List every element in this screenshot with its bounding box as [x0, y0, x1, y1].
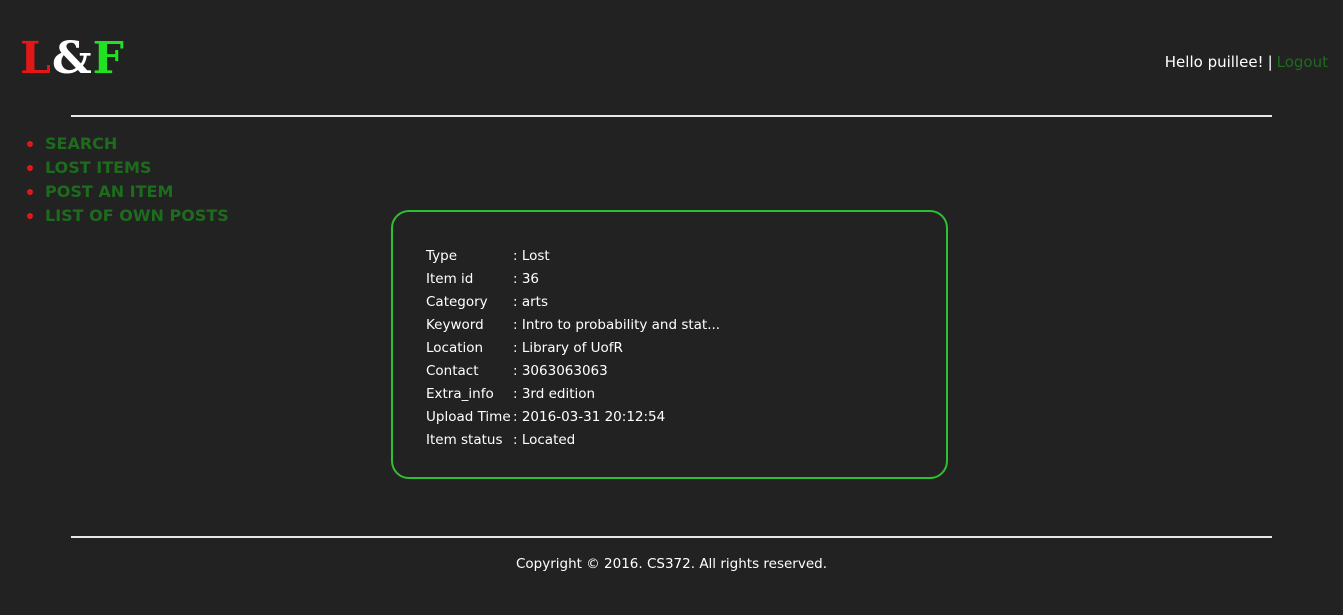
detail-row-location: Location : Library of UofR: [426, 337, 720, 360]
greeting-separator: |: [1267, 53, 1273, 71]
detail-row-upload-time: Upload Time : 2016-03-31 20:12:54: [426, 406, 720, 429]
detail-value: : Located: [513, 432, 576, 448]
bullet-icon: [27, 165, 33, 171]
detail-key: Extra_info: [426, 386, 494, 402]
detail-key: Upload Time: [426, 409, 511, 425]
logo-letter-l: L: [20, 33, 52, 84]
site-logo[interactable]: L&F: [20, 34, 125, 84]
detail-row-contact: Contact : 3063063063: [426, 360, 720, 383]
main-nav: SEARCH LOST ITEMS POST AN ITEM LIST OF O…: [24, 132, 229, 228]
nav-link-search[interactable]: SEARCH: [45, 134, 117, 153]
detail-key: Category: [426, 294, 488, 310]
bullet-icon: [27, 141, 33, 147]
item-details-table: Type : Lost Item id : 36 Category : arts…: [426, 245, 720, 452]
bullet-icon: [27, 189, 33, 195]
detail-value: : Lost: [513, 248, 550, 264]
detail-value: : 3063063063: [513, 363, 608, 379]
detail-row-item-id: Item id : 36: [426, 268, 720, 291]
detail-row-type: Type : Lost: [426, 245, 720, 268]
detail-value: : arts: [513, 294, 548, 310]
detail-key: Type: [426, 248, 458, 264]
header-divider: [71, 115, 1272, 117]
detail-value: : 36: [513, 271, 540, 287]
detail-row-item-status: Item status : Located: [426, 429, 720, 452]
detail-value: : 3rd edition: [513, 386, 596, 402]
detail-key: Item status: [426, 432, 503, 448]
logout-link[interactable]: Logout: [1277, 53, 1328, 71]
nav-item-own-posts: LIST OF OWN POSTS: [24, 204, 229, 228]
nav-link-post-an-item[interactable]: POST AN ITEM: [45, 182, 173, 201]
detail-key: Item id: [426, 271, 474, 287]
greeting-text: Hello puillee!: [1164, 53, 1264, 71]
footer-divider: [71, 536, 1272, 538]
bullet-icon: [27, 213, 33, 219]
nav-link-lost-items[interactable]: LOST ITEMS: [45, 158, 151, 177]
detail-row-keyword: Keyword : Intro to probability and stat.…: [426, 314, 720, 337]
nav-link-own-posts[interactable]: LIST OF OWN POSTS: [45, 206, 229, 225]
logo-letter-f: F: [92, 33, 125, 84]
footer-copyright: Copyright © 2016. CS372. All rights rese…: [515, 556, 827, 572]
detail-row-category: Category : arts: [426, 291, 720, 314]
detail-value: : 2016-03-31 20:12:54: [513, 409, 666, 425]
detail-value: : Intro to probability and stat...: [513, 317, 721, 333]
nav-item-lost-items: LOST ITEMS: [24, 156, 229, 180]
nav-item-search: SEARCH: [24, 132, 229, 156]
detail-key: Keyword: [426, 317, 484, 333]
item-details-card: Type : Lost Item id : 36 Category : arts…: [391, 210, 948, 479]
logo-ampersand: &: [51, 33, 93, 84]
detail-row-extra-info: Extra_info : 3rd edition: [426, 383, 720, 406]
detail-key: Contact: [426, 363, 479, 379]
nav-item-post-an-item: POST AN ITEM: [24, 180, 229, 204]
detail-key: Location: [426, 340, 484, 356]
detail-value: : Library of UofR: [513, 340, 623, 356]
user-greeting-bar: Hello puillee! | Logout: [1165, 52, 1328, 72]
